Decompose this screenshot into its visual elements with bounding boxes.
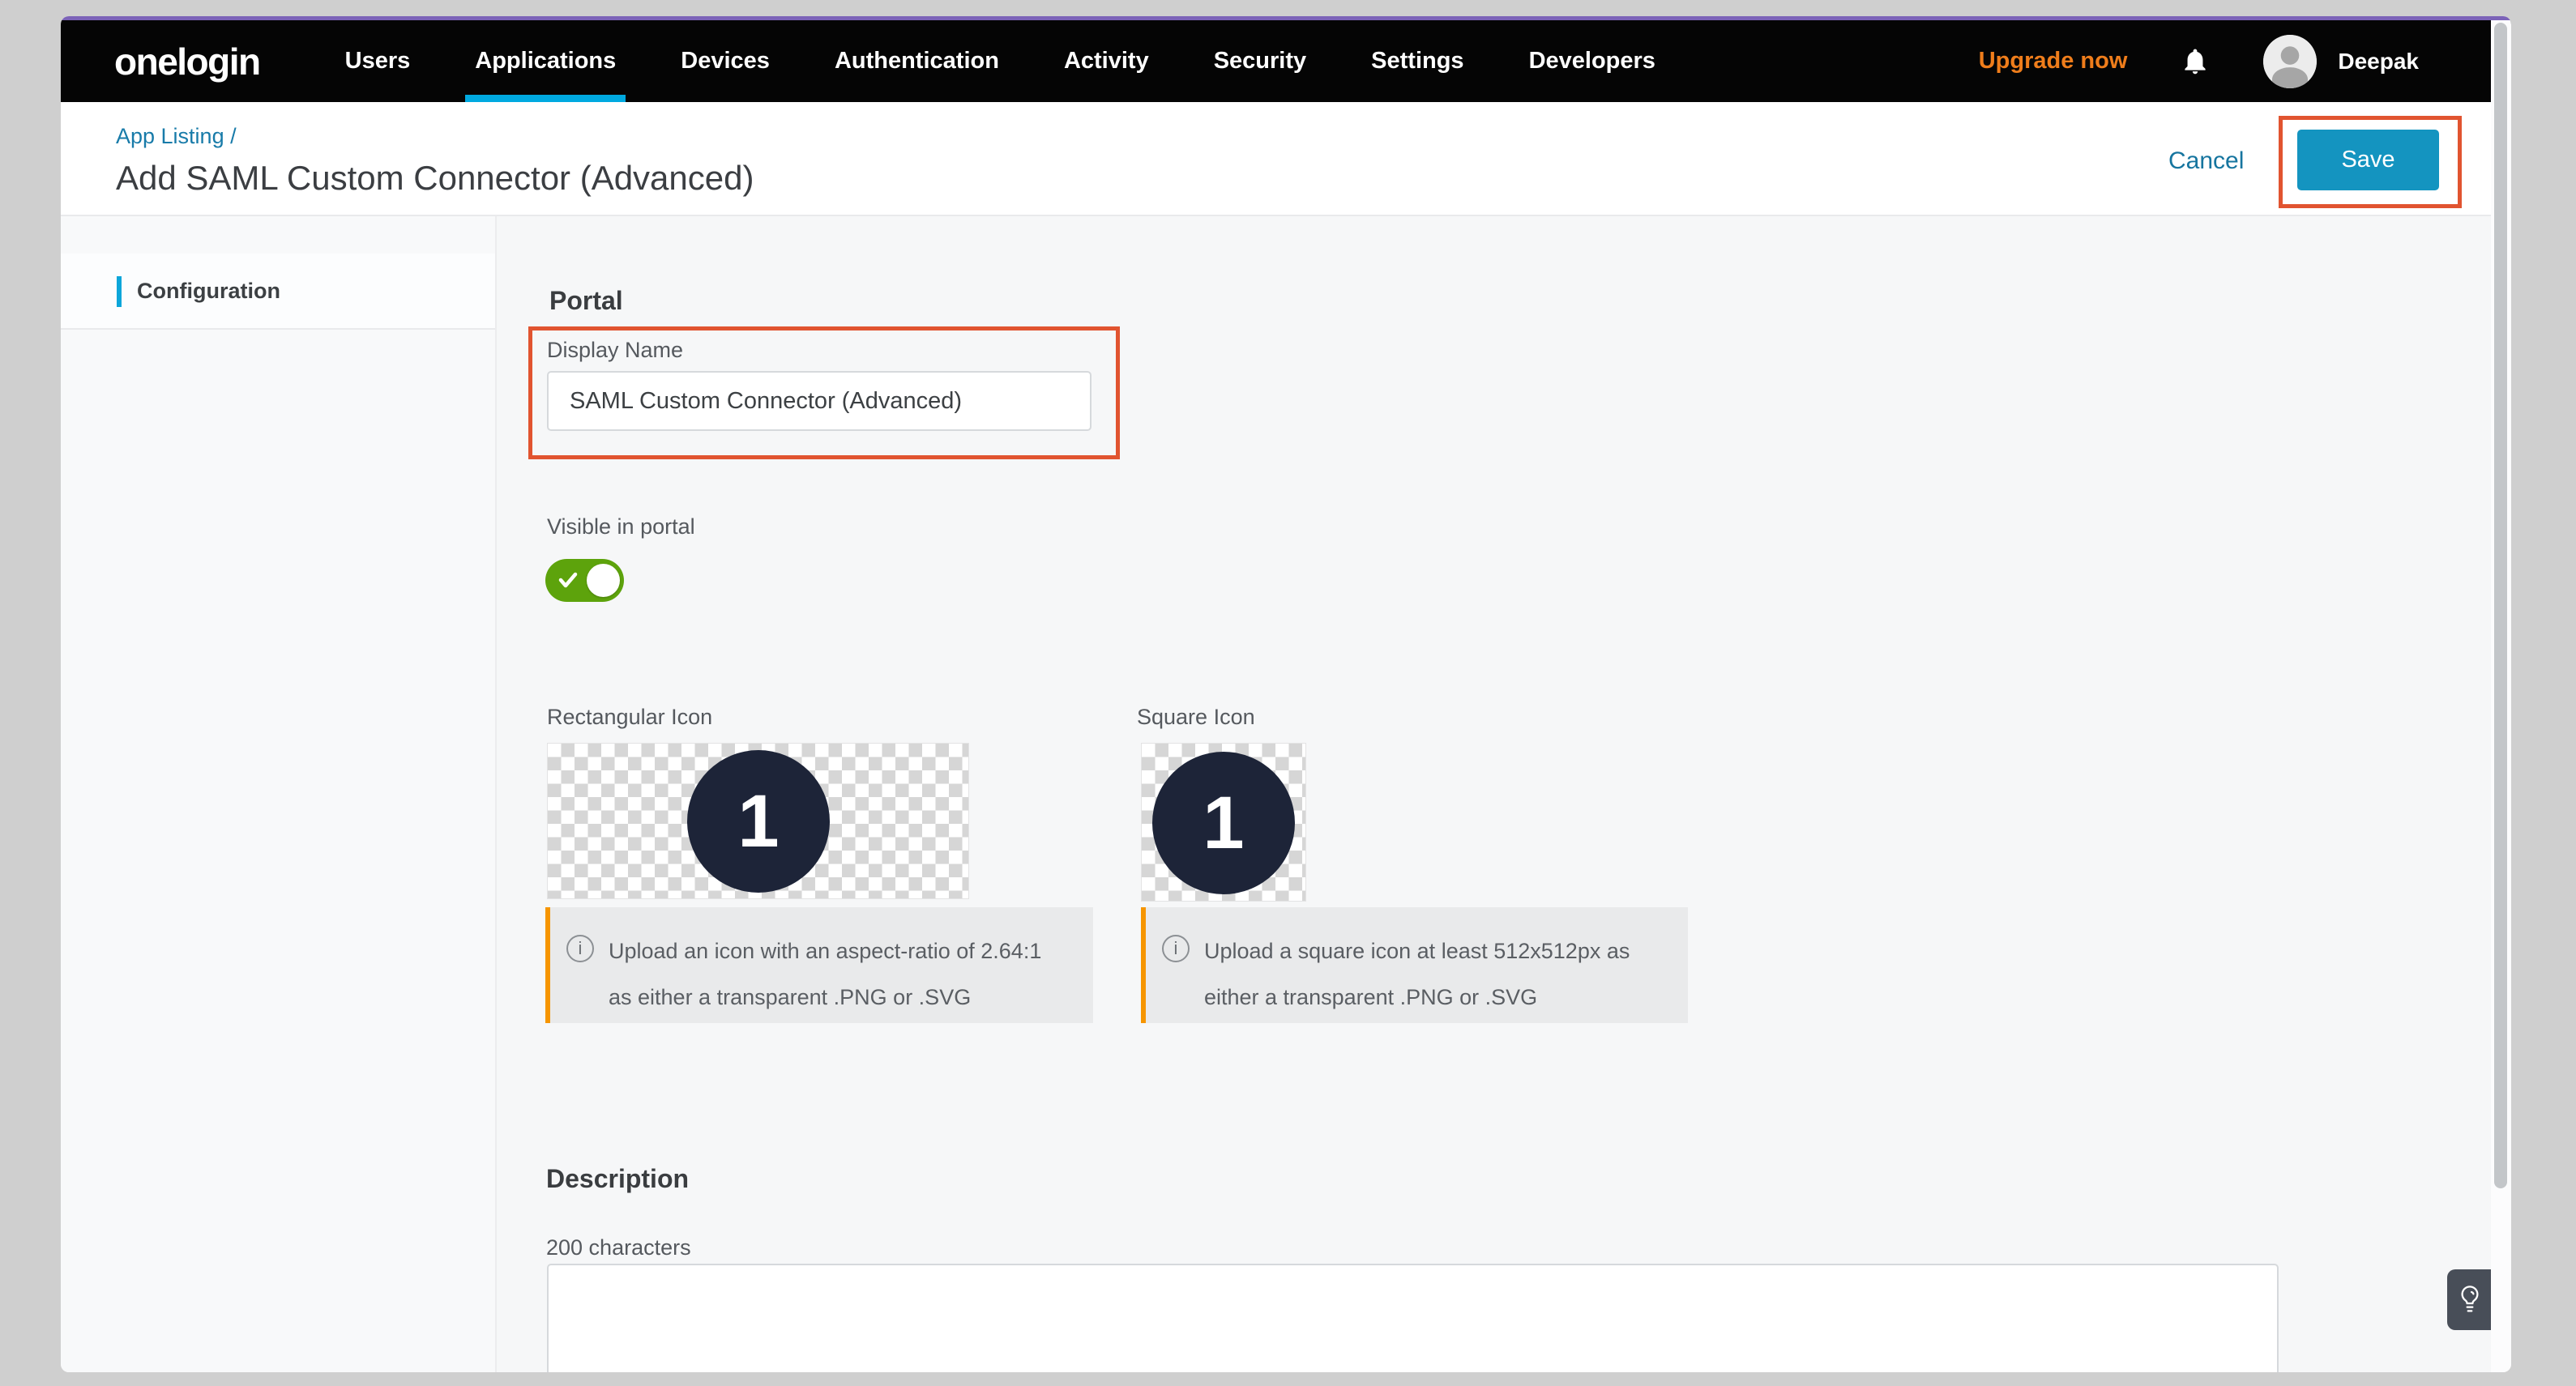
sidebar-item-label: Configuration — [137, 254, 280, 328]
browser-accent-bar — [61, 16, 2511, 20]
sidebar: Configuration — [61, 216, 497, 1372]
tips-button[interactable] — [2447, 1269, 2492, 1330]
nav-item-users[interactable]: Users — [345, 20, 411, 102]
scrollbar-track[interactable] — [2491, 20, 2511, 1372]
navbar-right-group: Upgrade now Deepak — [1979, 35, 2419, 88]
rectangular-icon-label: Rectangular Icon — [547, 705, 712, 730]
avatar — [2263, 35, 2317, 88]
nav-item-security[interactable]: Security — [1214, 20, 1306, 102]
sidebar-item-configuration[interactable]: Configuration — [61, 254, 495, 330]
nav-item-developers[interactable]: Developers — [1529, 20, 1655, 102]
nav-item-applications[interactable]: Applications — [475, 20, 616, 102]
cancel-button[interactable]: Cancel — [2168, 147, 2244, 175]
breadcrumb[interactable]: App Listing / — [116, 124, 237, 149]
visible-in-portal-toggle[interactable] — [545, 559, 624, 602]
info-icon: i — [566, 935, 594, 962]
nav-item-activity[interactable]: Activity — [1064, 20, 1149, 102]
top-navbar: onelogin Users Applications Devices Auth… — [61, 20, 2511, 102]
notifications-bell-icon[interactable] — [2181, 46, 2210, 77]
info-icon: i — [1162, 935, 1190, 962]
portal-section-heading: Portal — [549, 286, 623, 316]
page-title: Add SAML Custom Connector (Advanced) — [116, 159, 754, 198]
active-tab-underline — [465, 95, 626, 102]
lightbulb-icon — [2457, 1284, 2483, 1316]
save-button[interactable]: Save — [2297, 130, 2439, 190]
user-name: Deepak — [2338, 49, 2419, 75]
nav-item-authentication[interactable]: Authentication — [835, 20, 999, 102]
onelogin-logo[interactable]: onelogin — [114, 40, 260, 83]
square-icon-info: i Upload a square icon at least 512x512p… — [1141, 907, 1688, 1023]
rectangular-icon-info: i Upload an icon with an aspect-ratio of… — [545, 907, 1093, 1023]
nav-item-devices[interactable]: Devices — [681, 20, 770, 102]
rectangular-icon-upload[interactable]: 1 — [547, 743, 969, 899]
upgrade-now-link[interactable]: Upgrade now — [1979, 48, 2128, 75]
square-icon-info-text: Upload a square icon at least 512x512px … — [1204, 928, 1658, 1021]
display-name-label: Display Name — [547, 338, 683, 363]
nav-item-label: Applications — [475, 48, 616, 74]
rectangular-icon-info-text: Upload an icon with an aspect-ratio of 2… — [609, 928, 1062, 1021]
app-logo-square: 1 — [1152, 752, 1295, 894]
toggle-knob — [587, 564, 620, 597]
main-content: Portal Display Name Visible in portal Re… — [497, 216, 2491, 1372]
app-logo-rectangular: 1 — [687, 750, 830, 893]
square-icon-upload[interactable]: 1 — [1141, 743, 1306, 902]
user-menu[interactable]: Deepak — [2263, 35, 2419, 88]
scrollbar-thumb[interactable] — [2494, 23, 2507, 1188]
description-section-heading: Description — [546, 1164, 689, 1194]
app-window: onelogin Users Applications Devices Auth… — [61, 16, 2511, 1372]
visible-in-portal-label: Visible in portal — [547, 514, 695, 539]
primary-nav: Users Applications Devices Authenticatio… — [345, 20, 1655, 102]
display-name-input[interactable] — [547, 371, 1091, 431]
description-textarea[interactable] — [547, 1264, 2279, 1372]
page-header: App Listing / Add SAML Custom Connector … — [61, 102, 2511, 216]
active-item-accent — [117, 276, 122, 307]
check-icon — [558, 571, 578, 589]
character-count-label: 200 characters — [546, 1235, 691, 1260]
nav-item-settings[interactable]: Settings — [1371, 20, 1463, 102]
square-icon-label: Square Icon — [1137, 705, 1255, 730]
